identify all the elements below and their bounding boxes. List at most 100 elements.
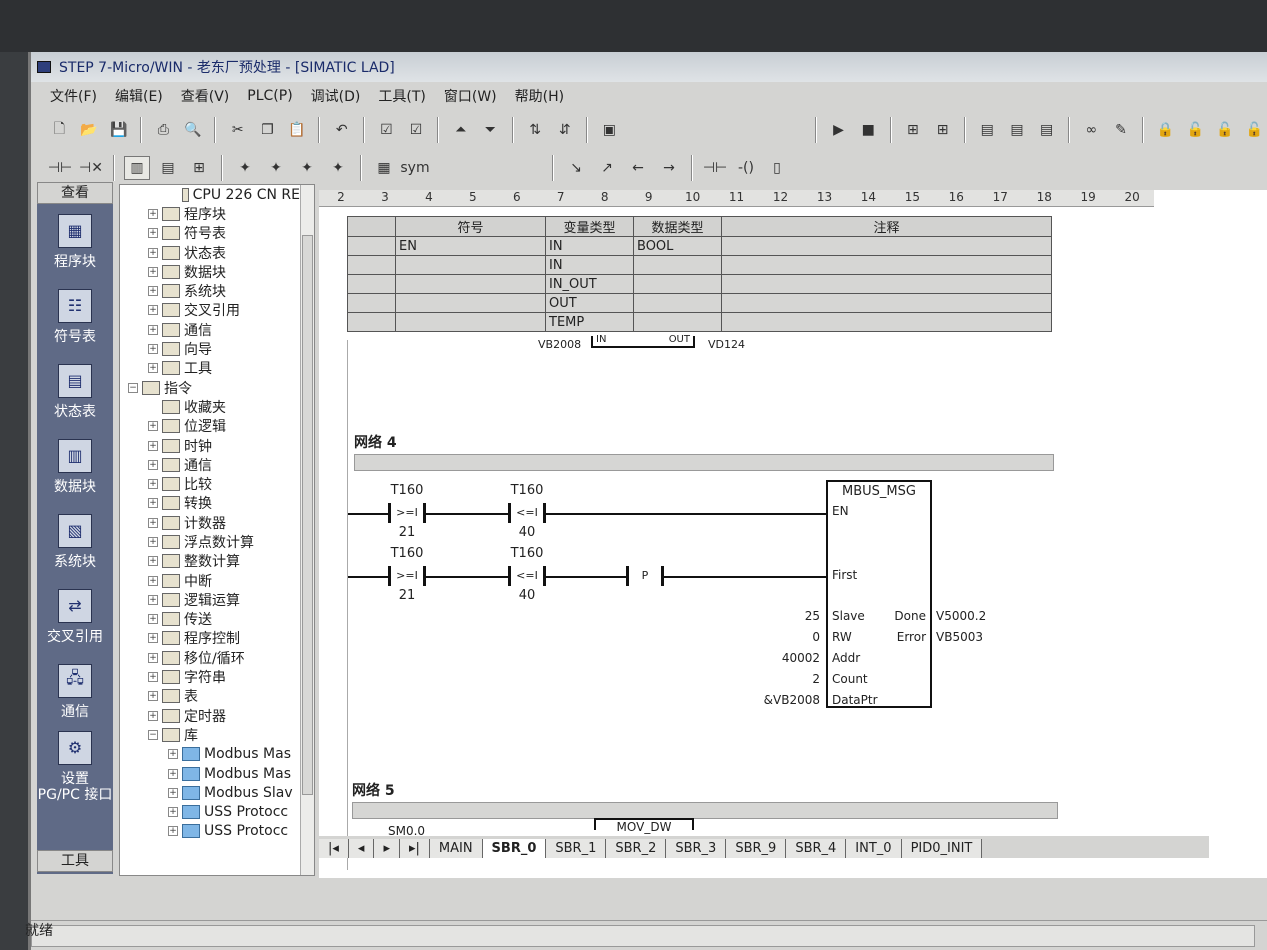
tree-node-25[interactable]: + 字符串 xyxy=(120,667,300,686)
tab-next-icon[interactable]: ▸ xyxy=(374,839,400,858)
vartable-cell[interactable]: EN xyxy=(395,236,546,256)
nav-item-3[interactable]: ▥ 数据块 xyxy=(37,429,113,504)
vartable-cell[interactable]: IN xyxy=(545,236,634,256)
expand-icon[interactable]: + xyxy=(148,479,158,490)
nav-item-4[interactable]: ▧ 系统块 xyxy=(37,504,113,579)
input-value-addr[interactable]: 40002 xyxy=(782,651,820,665)
stl-view-icon[interactable]: ▤ xyxy=(155,156,181,180)
tree-scrollbar-thumb[interactable] xyxy=(302,235,313,795)
chart-status-icon[interactable]: ▤ xyxy=(975,118,1000,142)
vartable-cell[interactable] xyxy=(633,274,722,294)
tree-node-15[interactable]: + 比较 xyxy=(120,474,300,493)
paste-icon[interactable]: 📋 xyxy=(285,118,310,142)
expand-icon[interactable]: + xyxy=(148,614,158,625)
nav-item-0[interactable]: ▦ 程序块 xyxy=(37,204,113,279)
vartable-cell[interactable]: IN_OUT xyxy=(545,274,634,294)
row-selector[interactable] xyxy=(347,312,396,332)
download-icon[interactable]: ⏷ xyxy=(478,118,503,142)
options-icon[interactable]: ▣ xyxy=(597,118,622,142)
copy-icon[interactable]: ❐ xyxy=(255,118,280,142)
fbd-view-icon[interactable]: ⊞ xyxy=(186,156,212,180)
open-icon[interactable]: 📂 xyxy=(77,118,102,142)
vartable-cell[interactable] xyxy=(721,236,1052,256)
tree-node-9[interactable]: + 工具 xyxy=(120,359,300,378)
toggle-bookmark-icon[interactable]: ✦ xyxy=(232,156,258,180)
vartable-cell[interactable] xyxy=(633,255,722,275)
vartable-row[interactable]: IN_OUT xyxy=(347,274,1052,294)
menu-item-0[interactable]: 文件(F) xyxy=(41,86,106,106)
expand-icon[interactable]: + xyxy=(148,324,158,335)
tree-node-26[interactable]: + 表 xyxy=(120,687,300,706)
compare-contact[interactable]: <=I xyxy=(508,566,546,586)
tree-node-0[interactable]: +CPU 226 CN RE xyxy=(120,185,300,204)
nav-item-6[interactable]: 🖧 通信 xyxy=(37,654,113,729)
nav-item-1[interactable]: ☷ 符号表 xyxy=(37,279,113,354)
tree-node-14[interactable]: + 通信 xyxy=(120,455,300,474)
output-value-error[interactable]: VB5003 xyxy=(936,630,983,644)
trend-icon[interactable]: ▤ xyxy=(1005,118,1030,142)
tree-node-8[interactable]: + 向导 xyxy=(120,339,300,358)
lad-view-icon[interactable]: ▥ xyxy=(124,156,150,180)
compile-all-icon[interactable]: ☑ xyxy=(404,118,429,142)
tree-node-27[interactable]: + 定时器 xyxy=(120,706,300,725)
expand-icon[interactable]: + xyxy=(148,421,158,432)
print-preview-icon[interactable]: 🔍 xyxy=(181,118,206,142)
menu-item-2[interactable]: 查看(V) xyxy=(172,86,239,106)
tree-node-31[interactable]: + Modbus Slav xyxy=(120,783,300,802)
expand-icon[interactable]: + xyxy=(148,594,158,605)
tab-sbr_0[interactable]: SBR_0 xyxy=(482,839,547,858)
upload-icon[interactable]: ⏶ xyxy=(448,118,473,142)
tree-node-22[interactable]: + 传送 xyxy=(120,610,300,629)
print-icon[interactable]: ⎙ xyxy=(151,118,176,142)
tab-sbr_1[interactable]: SBR_1 xyxy=(546,839,607,858)
undo-icon[interactable]: ↶ xyxy=(329,118,354,142)
force-icon[interactable]: ▤ xyxy=(1034,118,1059,142)
tab-main[interactable]: MAIN xyxy=(429,839,483,858)
expand-icon[interactable]: + xyxy=(148,498,158,509)
output-value-done[interactable]: V5000.2 xyxy=(936,609,986,623)
stop-icon[interactable]: ■ xyxy=(856,118,881,142)
line-up-icon[interactable]: ↗ xyxy=(594,156,620,180)
cut-icon[interactable]: ✂ xyxy=(225,118,250,142)
tree-node-16[interactable]: + 转换 xyxy=(120,494,300,513)
expand-icon[interactable]: + xyxy=(168,768,178,779)
mbus-msg-block[interactable]: MBUS_MSG EN First Slave 25 RW 0 Addr 40002 Cou… xyxy=(764,480,986,708)
positive-edge-contact[interactable]: P xyxy=(626,566,664,586)
symbol-table-icon[interactable]: ▦ xyxy=(371,156,397,180)
expand-icon[interactable]: + xyxy=(148,556,158,567)
tree-node-10[interactable]: − 指令 xyxy=(120,378,300,397)
collapse-icon[interactable]: − xyxy=(128,382,138,393)
compare-contact[interactable]: >=I xyxy=(388,503,426,523)
mov-dw-block[interactable]: MOV_DW xyxy=(594,818,694,834)
vartable-cell[interactable]: BOOL xyxy=(633,236,722,256)
tree-node-33[interactable]: + USS Protocc xyxy=(120,822,300,841)
row-selector[interactable] xyxy=(347,255,396,275)
expand-icon[interactable]: + xyxy=(148,286,158,297)
tree-node-29[interactable]: + Modbus Mas xyxy=(120,745,300,764)
row-selector[interactable] xyxy=(347,293,396,313)
nav-item-7[interactable]: ⚙ 设置 PG/PC 接口 xyxy=(37,729,113,804)
expand-icon[interactable]: + xyxy=(168,807,178,818)
unforce-icon[interactable]: 🔓 xyxy=(1183,118,1208,142)
tree-node-17[interactable]: + 计数器 xyxy=(120,513,300,532)
collapse-icon[interactable]: − xyxy=(148,729,158,740)
delete-network-icon[interactable]: ⊣✕ xyxy=(78,156,104,180)
vartable-cell[interactable]: OUT xyxy=(545,293,634,313)
vartable-cell[interactable] xyxy=(721,293,1052,313)
tree-node-13[interactable]: + 时钟 xyxy=(120,436,300,455)
tree-node-30[interactable]: + Modbus Mas xyxy=(120,764,300,783)
network-5-comment[interactable] xyxy=(352,802,1058,819)
new-icon[interactable]: 🗋 xyxy=(47,118,72,142)
vartable-cell[interactable] xyxy=(721,312,1052,332)
compare-contact[interactable]: <=I xyxy=(508,503,546,523)
tree-node-21[interactable]: + 逻辑运算 xyxy=(120,590,300,609)
expand-icon[interactable]: + xyxy=(148,247,158,258)
tab-int_0[interactable]: INT_0 xyxy=(846,839,902,858)
sort-ascending-icon[interactable]: ⇅ xyxy=(523,118,548,142)
input-value-dataptr[interactable]: &VB2008 xyxy=(764,693,820,707)
compile-icon[interactable]: ☑ xyxy=(374,118,399,142)
expand-icon[interactable]: + xyxy=(148,305,158,316)
line-left-icon[interactable]: ← xyxy=(625,156,651,180)
force-lock-icon[interactable]: 🔒 xyxy=(1153,118,1178,142)
tab-sbr_2[interactable]: SBR_2 xyxy=(606,839,667,858)
